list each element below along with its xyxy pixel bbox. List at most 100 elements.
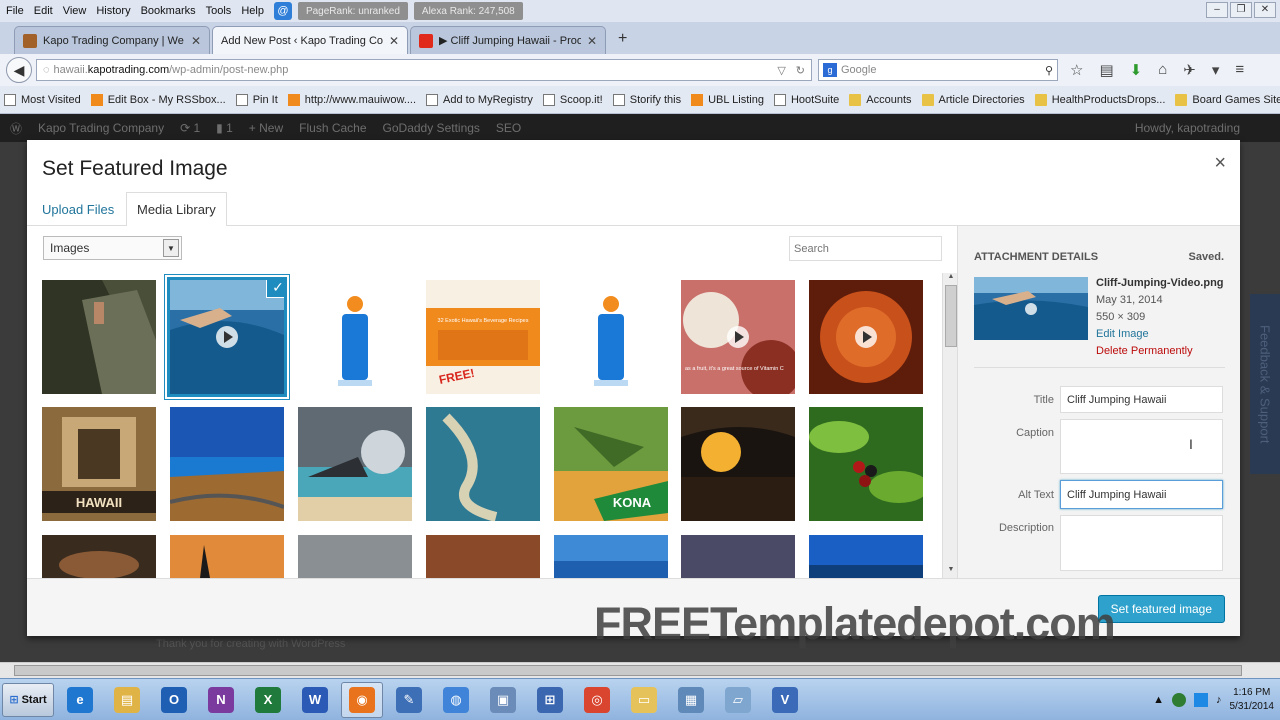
menu-bookmarks[interactable]: Bookmarks [139,5,204,17]
thumb-cliff-jumping-video[interactable]: ✓ [167,277,287,397]
close-tab-icon[interactable]: ✕ [587,34,597,48]
wordpress-logo-icon[interactable]: Ⓦ [10,120,22,137]
bookmark-myregistry[interactable]: Add to MyRegistry [426,93,533,106]
download-arrow-icon[interactable]: ⬇ [1130,61,1143,79]
close-window-icon[interactable]: ✕ [1254,2,1276,18]
bookmark-edit-box[interactable]: Edit Box - My RSSbox... [90,93,226,106]
bookmark-ubl[interactable]: UBL Listing [691,93,764,106]
thumb-berries[interactable] [809,407,923,521]
taskbar-app-tablet[interactable]: ▱ [717,682,759,718]
menu-file[interactable]: File [4,5,32,17]
adminbar-updates[interactable]: ⟳ 1 [180,121,200,135]
menu-view[interactable]: View [61,5,95,17]
thumb-blue-drink-1[interactable] [298,280,412,394]
adminbar-howdy[interactable]: Howdy, kapotrading [1135,121,1240,135]
thumb-shell[interactable] [42,535,156,578]
taskbar-app-explorer[interactable]: ▤ [106,682,148,718]
media-search-input[interactable] [789,236,942,261]
set-featured-image-button[interactable]: Set featured image [1097,595,1225,623]
close-modal-icon[interactable]: × [1214,152,1226,175]
tab-upload-files[interactable]: Upload Files [32,192,124,227]
url-bar[interactable]: ◌ hawaii. kapotrading.com/wp-admin/post-n… [36,59,812,81]
bookmark-healthproducts[interactable]: HealthProductsDrops... [1034,93,1165,106]
taskbar-app-ie[interactable]: e [59,682,101,718]
adminbar-godaddy[interactable]: GoDaddy Settings [383,121,480,135]
taskbar-app-outlook[interactable]: O [153,682,195,718]
thumb-hawaii-theater[interactable]: HAWAII [42,407,156,521]
taskbar-app-cube[interactable]: ▣ [482,682,524,718]
taskbar-app-folder[interactable]: ▭ [623,682,665,718]
delete-permanently-link[interactable]: Delete Permanently [1096,343,1224,360]
thumb-dusk[interactable] [681,535,795,578]
taskbar-clock[interactable]: 1:16 PM 5/31/2014 [1230,686,1275,714]
dropdown-arrow-icon[interactable]: ▽ [777,64,785,77]
bookmark-accounts[interactable]: Accounts [849,93,912,106]
thumb-kona-coffee[interactable]: KONA [554,407,668,521]
alt-text-input[interactable] [1060,480,1223,509]
bookmark-mauiwow[interactable]: http://www.mauiwow.... [287,93,416,106]
star-icon[interactable]: ☆ [1070,61,1083,79]
menu-help[interactable]: Help [239,5,272,17]
thumb-ocean[interactable] [809,535,923,578]
thumb-fruit-video[interactable]: as a fruit, it's a great source of Vitam… [681,280,795,394]
horizontal-scrollbar-thumb[interactable] [14,665,1242,676]
taskbar-app-screen[interactable]: ▦ [670,682,712,718]
thumb-sky[interactable] [554,535,668,578]
tray-expand-icon[interactable]: ▲ [1153,694,1164,706]
menu-history[interactable]: History [94,5,138,17]
menu-chevron-icon[interactable]: ▾ [1212,61,1220,79]
taskbar-app-onenote[interactable]: N [200,682,242,718]
reload-icon[interactable]: ↻ [796,64,805,77]
tray-network-icon[interactable] [1194,692,1208,707]
tab-youtube[interactable]: ▶ Cliff Jumping Hawaii - Proo ... ✕ [410,26,606,54]
restore-icon[interactable]: ❐ [1230,2,1252,18]
feedback-tab[interactable]: Feedback & Support [1250,294,1280,474]
tab-add-new-post[interactable]: Add New Post ‹ Kapo Trading Com... ✕ [212,26,408,54]
horizontal-scrollbar[interactable] [0,662,1280,678]
taskbar-app-chrome[interactable]: ◎ [576,682,618,718]
addon-icon[interactable]: @ [273,2,292,20]
bookmark-hootsuite[interactable]: HootSuite [773,93,839,106]
thumb-blue-drink-2[interactable] [554,280,668,394]
home-icon[interactable]: ⌂ [1158,61,1167,79]
start-button[interactable]: ⊞ Start [2,682,54,717]
taskbar-app-network[interactable]: ⊞ [529,682,571,718]
clipboard-icon[interactable]: ▤ [1099,61,1113,79]
thumb-coast-road[interactable] [170,407,284,521]
bookmark-pin-it[interactable]: Pin It [235,93,278,106]
bookmark-most-visited[interactable]: Most Visited [4,93,81,106]
description-textarea[interactable] [1060,515,1223,571]
pagerank-badge[interactable]: PageRank: unranked [297,2,408,20]
thumb-palm-sunset[interactable] [170,535,284,578]
alexa-badge[interactable]: Alexa Rank: 247,508 [413,2,523,20]
addon-puzzle-icon[interactable]: ✈ [1183,61,1196,79]
bookmark-scoopit[interactable]: Scoop.it! [542,93,603,106]
bookmark-storify[interactable]: Storify this [612,93,681,106]
thumb-cliff-rock[interactable] [42,280,156,394]
thumb-fish-school[interactable] [298,535,412,578]
thumb-ship-wave[interactable] [298,407,412,521]
edit-image-link[interactable]: Edit Image [1096,326,1224,343]
attachments-scrollbar[interactable]: ▲ ▼ [942,273,958,578]
thumb-orange-drink[interactable] [809,280,923,394]
adminbar-comments[interactable]: ▮ 1 [216,121,233,135]
tray-volume-icon[interactable]: ♪ [1216,694,1222,706]
media-filter-select[interactable]: Images ▼ [43,236,182,260]
tray-shield-icon[interactable] [1172,692,1186,707]
hamburger-icon[interactable]: ≡ [1235,61,1244,79]
taskbar-app-paint[interactable]: ✎ [388,682,430,718]
bookmark-board-games[interactable]: Board Games Sites [1175,93,1280,106]
menu-edit[interactable]: Edit [32,5,61,17]
taskbar-app-v[interactable]: V [764,682,806,718]
adminbar-new[interactable]: + New [249,121,283,135]
minimize-icon[interactable]: – [1206,2,1228,18]
title-input[interactable] [1060,386,1223,413]
thumb-plant[interactable] [426,535,540,578]
taskbar-app-excel[interactable]: X [247,682,289,718]
bookmark-article-directories[interactable]: Article Directories [921,93,1025,106]
taskbar-app-firefox[interactable]: ◉ [341,681,383,718]
new-tab-icon[interactable]: + [618,30,627,48]
adminbar-site[interactable]: Kapo Trading Company [38,121,164,135]
adminbar-seo[interactable]: SEO [496,121,521,135]
selected-check-icon[interactable]: ✓ [266,280,284,298]
